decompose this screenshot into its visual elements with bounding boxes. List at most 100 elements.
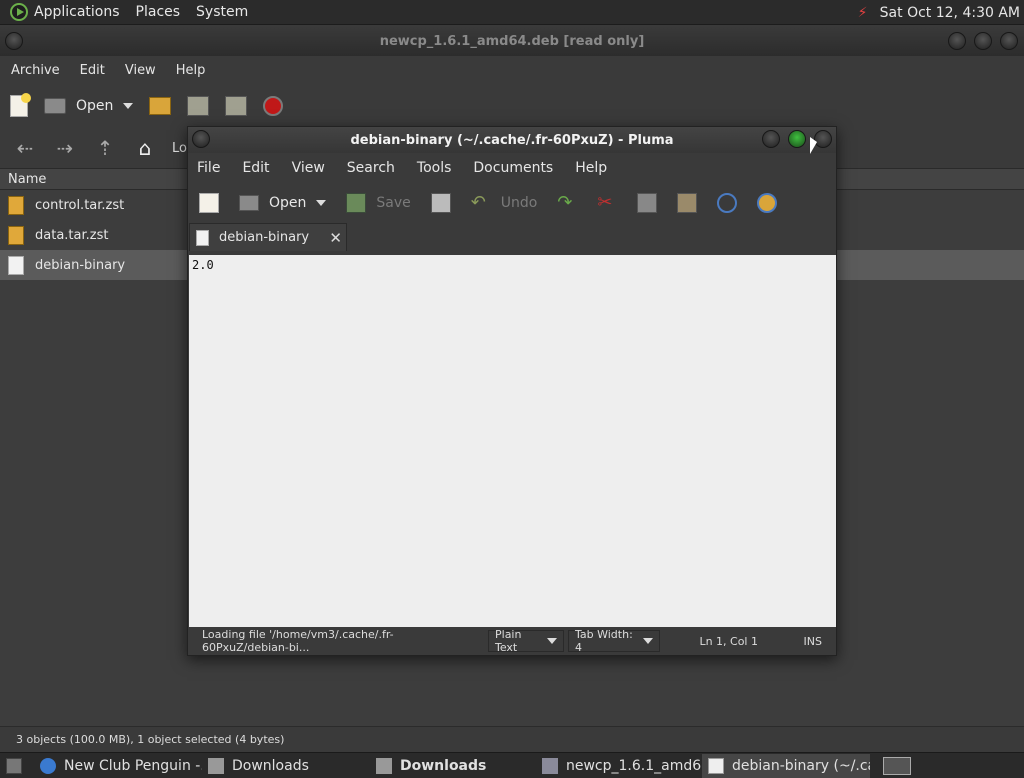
archive-icon [8, 225, 24, 245]
pluma-statusbar: Loading file '/home/vm3/.cache/.fr-60Pxu… [188, 627, 836, 655]
places-menu[interactable]: Places [136, 4, 181, 20]
network-status-icon[interactable]: ⚡ [858, 5, 868, 21]
find-replace-icon [757, 193, 778, 213]
window-menu-button[interactable] [192, 130, 210, 148]
top-panel-tray: ⚡ Sat Oct 12, 4:30 AM [858, 0, 1020, 25]
archive-window-title: newcp_1.6.1_amd64.deb [read only] [379, 33, 645, 49]
cut-button[interactable]: ✂ [597, 193, 617, 213]
copy-button[interactable] [637, 193, 658, 213]
editor-content: 2.0 [192, 258, 214, 272]
archive-status-text: 3 objects (100.0 MB), 1 object selected … [16, 733, 285, 746]
pluma-title-bar[interactable]: debian-binary (~/.cache/.fr-60PxuZ) - Pl… [188, 127, 836, 153]
taskbar-item-label: New Club Penguin -... [64, 757, 202, 774]
column-name-label: Name [8, 171, 47, 187]
undo-icon: ↶ [470, 192, 486, 213]
menu-help[interactable]: Help [575, 160, 607, 176]
browser-icon [40, 757, 56, 774]
open-archive-button[interactable]: Open [44, 98, 134, 114]
save-label: Save [376, 195, 411, 211]
open-button[interactable]: Open [239, 195, 327, 211]
chevron-down-icon [643, 638, 653, 644]
taskbar-item-downloads-2[interactable]: Downloads [370, 754, 536, 778]
taskbar-item-label: debian-binary (~/.ca... [732, 757, 870, 774]
paste-icon [677, 193, 698, 213]
close-button[interactable] [1000, 32, 1018, 50]
taskbar-item-archive[interactable]: newcp_1.6.1_amd6... [536, 754, 702, 778]
window-menu-button[interactable] [5, 32, 23, 50]
text-editor[interactable]: 2.0 [189, 255, 836, 627]
syntax-selector[interactable]: Plain Text [488, 628, 564, 654]
bottom-taskbar: New Club Penguin -... Downloads Download… [0, 752, 1024, 778]
syntax-label: Plain Text [495, 628, 522, 654]
up-arrow-icon[interactable]: ⇡ [92, 136, 118, 160]
location-label: Lo [172, 140, 187, 156]
paste-button[interactable] [677, 193, 698, 213]
workspace-switcher[interactable] [870, 754, 918, 778]
tab-width-selector[interactable]: Tab Width: 4 [568, 628, 660, 654]
scissors-icon: ✂ [597, 192, 613, 213]
show-desktop-button[interactable] [0, 754, 34, 778]
document-tabs: debian-binary ✕ [188, 223, 836, 251]
chevron-down-icon [547, 638, 557, 644]
menu-tools[interactable]: Tools [417, 160, 452, 176]
menu-file[interactable]: File [197, 160, 220, 176]
forward-arrow-icon[interactable]: ⇢ [52, 136, 78, 160]
taskbar-item-pluma[interactable]: debian-binary (~/.ca... [702, 753, 870, 778]
add-files-button[interactable] [187, 96, 210, 116]
desktop-icon [6, 757, 22, 774]
menu-search[interactable]: Search [347, 160, 395, 176]
archive-menubar: Archive Edit View Help [0, 56, 1024, 84]
maximize-button[interactable] [974, 32, 992, 50]
close-icon[interactable]: ✕ [329, 229, 342, 247]
stop-icon [263, 96, 284, 116]
pluma-toolbar: Open Save ↶ Undo ↷ ✂ [188, 183, 836, 223]
taskbar-item-downloads[interactable]: Downloads [202, 754, 370, 778]
back-arrow-icon[interactable]: ⇠ [12, 136, 38, 160]
taskbar-item-browser[interactable]: New Club Penguin -... [34, 754, 202, 778]
chevron-down-icon[interactable] [123, 103, 134, 109]
text-editor-icon [708, 757, 724, 774]
add-folder-button[interactable] [225, 96, 248, 116]
applications-menu[interactable]: Applications [34, 4, 120, 20]
print-icon [430, 193, 451, 213]
save-button[interactable]: Save [346, 193, 411, 213]
menu-archive[interactable]: Archive [11, 63, 60, 78]
new-document-icon [199, 193, 219, 213]
undo-button[interactable]: ↶ Undo [471, 193, 538, 213]
menu-help[interactable]: Help [176, 63, 206, 78]
menu-edit[interactable]: Edit [80, 63, 105, 78]
replace-button[interactable] [757, 193, 778, 213]
status-message: Loading file '/home/vm3/.cache/.fr-60Pxu… [202, 628, 394, 654]
menu-view[interactable]: View [292, 160, 325, 176]
insert-mode: INS [803, 634, 822, 648]
mate-logo-icon[interactable] [10, 3, 28, 21]
menu-edit[interactable]: Edit [242, 160, 269, 176]
open-label: Open [269, 195, 307, 211]
minimize-button[interactable] [948, 32, 966, 50]
document-icon [196, 229, 209, 246]
archive-title-bar[interactable]: newcp_1.6.1_amd64.deb [read only] [0, 26, 1024, 56]
extract-icon [149, 97, 172, 115]
copy-icon [637, 193, 658, 213]
stop-button[interactable] [263, 96, 284, 116]
new-document-button[interactable] [199, 193, 219, 213]
file-name: debian-binary [35, 257, 126, 273]
print-button[interactable] [430, 193, 451, 213]
archive-toolbar: Open [0, 84, 1024, 128]
system-menu[interactable]: System [196, 4, 248, 20]
tab-debian-binary[interactable]: debian-binary ✕ [189, 223, 347, 251]
minimize-button[interactable] [762, 130, 780, 148]
pluma-window-title: debian-binary (~/.cache/.fr-60PxuZ) - Pl… [350, 132, 674, 148]
chevron-down-icon[interactable] [316, 200, 327, 206]
pluma-window: debian-binary (~/.cache/.fr-60PxuZ) - Pl… [187, 126, 837, 656]
new-archive-button[interactable] [10, 93, 31, 117]
redo-button[interactable]: ↷ [557, 193, 577, 213]
clock[interactable]: Sat Oct 12, 4:30 AM [880, 5, 1020, 21]
find-button[interactable] [717, 193, 738, 213]
menu-view[interactable]: View [125, 63, 156, 78]
maximize-button[interactable] [788, 130, 806, 148]
menu-documents[interactable]: Documents [473, 160, 553, 176]
extract-button[interactable] [149, 97, 172, 115]
home-icon[interactable]: ⌂ [132, 136, 158, 160]
taskbar-item-label: Downloads [232, 757, 309, 774]
